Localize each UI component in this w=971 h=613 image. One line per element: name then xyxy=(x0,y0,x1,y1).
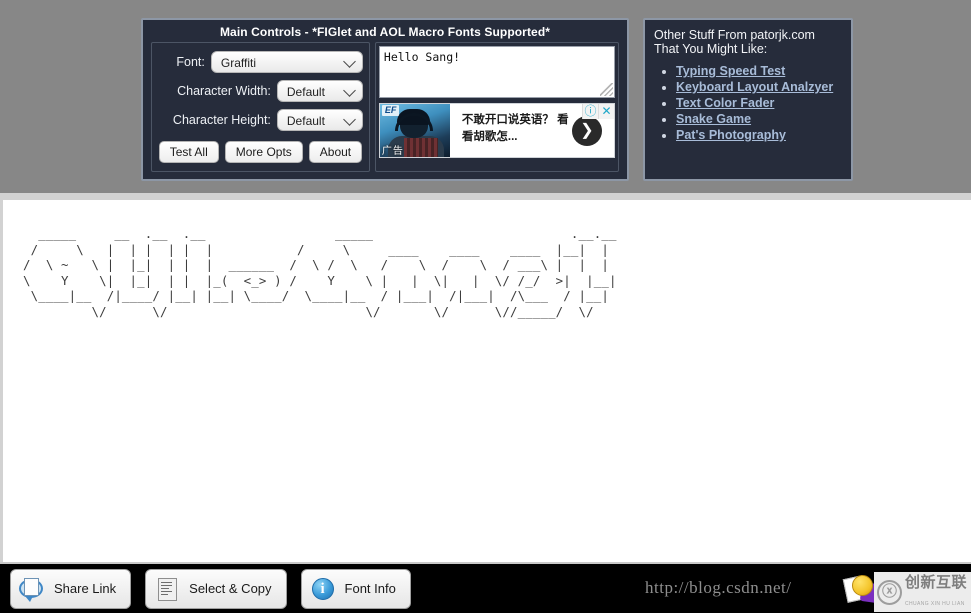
ad-sponsored-label: 广告 xyxy=(381,146,404,157)
list-item: Keyboard Layout Analzyer xyxy=(676,80,842,94)
character-width-row: Character Width: Default xyxy=(158,80,363,102)
logo-mark-icon: ⓧ xyxy=(877,579,902,605)
doc-line xyxy=(161,584,173,587)
character-width-label: Character Width: xyxy=(177,84,271,98)
controls-group: Font: Graffiti Character Width: Default … xyxy=(151,42,370,172)
share-link-icon xyxy=(19,576,45,602)
input-group: EF 广告 不敢开口说英语？ 看 看胡歌怎... ❯ ⓘ ✕ xyxy=(374,42,619,172)
font-select-value: Graffiti xyxy=(220,56,257,70)
bottom-toolbar: Share Link Select & Copy i Font Info xyxy=(0,562,971,613)
select-and-copy-label: Select & Copy xyxy=(189,581,272,596)
ascii-art-output: _____ __ .__ .__ _____ .__.__ / \ | | | … xyxy=(23,226,617,319)
text-input-wrapper xyxy=(378,46,615,98)
ad-next-arrow-button[interactable]: ❯ xyxy=(572,115,602,146)
info-circle: i xyxy=(311,577,334,600)
info-icon: i xyxy=(310,576,336,602)
list-item: Text Color Fader xyxy=(676,96,842,110)
logo-text: 创新互联 CHUANG XIN HU LIAN xyxy=(905,574,967,610)
ad-brand-logo: EF xyxy=(381,105,400,116)
doc-line xyxy=(161,581,173,584)
doc-line xyxy=(161,587,170,590)
main-controls-panel: Main Controls - *FIGlet and AOL Macro Fo… xyxy=(141,18,629,181)
link-typing-speed-test[interactable]: Typing Speed Test xyxy=(676,64,785,78)
speech-bubble-tail xyxy=(25,595,33,602)
ad-close-icon[interactable]: ✕ xyxy=(598,104,614,119)
select-and-copy-button[interactable]: Select & Copy xyxy=(145,568,287,609)
character-height-row: Character Height: Default xyxy=(158,109,363,131)
controls-button-row: Test All More Opts About xyxy=(158,141,363,163)
character-height-label: Character Height: xyxy=(172,113,271,127)
list-item: Typing Speed Test xyxy=(676,64,842,78)
character-height-select[interactable]: Default xyxy=(276,109,363,131)
font-info-label: Font Info xyxy=(344,581,396,596)
main-controls-body: Font: Graffiti Character Width: Default … xyxy=(143,39,627,172)
link-keyboard-layout-analzyer[interactable]: Keyboard Layout Analzyer xyxy=(676,80,833,94)
share-link-button[interactable]: Share Link xyxy=(10,568,132,609)
ad-info-icon[interactable]: ⓘ xyxy=(582,104,598,119)
other-stuff-heading: Other Stuff From patorjk.com That You Mi… xyxy=(654,28,815,56)
smiley-face-shape xyxy=(852,575,873,596)
about-button[interactable]: About xyxy=(308,141,363,163)
ascii-output-area[interactable]: _____ __ .__ .__ _____ .__.__ / \ | | | … xyxy=(0,200,971,562)
content-separator xyxy=(0,193,971,200)
character-width-value: Default xyxy=(286,85,325,99)
test-all-button[interactable]: Test All xyxy=(158,141,219,163)
more-opts-button[interactable]: More Opts xyxy=(224,141,303,163)
logo-pinyin: CHUANG XIN HU LIAN xyxy=(905,601,965,607)
doc-line xyxy=(161,593,169,596)
main-controls-title: Main Controls - *FIGlet and AOL Macro Fo… xyxy=(219,25,551,39)
list-item: Pat's Photography xyxy=(676,128,842,142)
chevron-down-icon xyxy=(343,84,356,97)
ad-image: EF 广告 xyxy=(379,104,450,157)
link-pats-photography[interactable]: Pat's Photography xyxy=(676,128,786,142)
logo-chinese-name: 创新互联 xyxy=(905,574,968,591)
watermark-url: http://blog.csdn.net/ xyxy=(645,578,792,597)
share-link-label: Share Link xyxy=(54,581,117,596)
select-copy-icon xyxy=(154,576,180,602)
list-item: Snake Game xyxy=(676,112,842,126)
font-select[interactable]: Graffiti xyxy=(210,51,363,73)
character-width-select[interactable]: Default xyxy=(276,80,363,102)
advertisement-banner[interactable]: EF 广告 不敢开口说英语？ 看 看胡歌怎... ❯ ⓘ ✕ xyxy=(378,103,615,158)
link-text-color-fader[interactable]: Text Color Fader xyxy=(676,96,774,110)
page-shape xyxy=(24,577,39,596)
watermark-logo: ⓧ 创新互联 CHUANG XIN HU LIAN xyxy=(874,572,971,612)
chevron-down-icon xyxy=(343,113,356,126)
ascii-text-input[interactable] xyxy=(379,47,614,97)
font-label: Font: xyxy=(176,55,205,69)
other-stuff-panel: Other Stuff From patorjk.com That You Mi… xyxy=(643,18,853,181)
ad-controls: ⓘ ✕ xyxy=(582,104,614,119)
doc-line xyxy=(161,590,173,593)
ad-person-shirt xyxy=(403,138,438,157)
character-height-value: Default xyxy=(286,114,325,128)
link-snake-game[interactable]: Snake Game xyxy=(676,112,751,126)
other-stuff-link-list: Typing Speed Test Keyboard Layout Analzy… xyxy=(654,64,842,142)
font-info-button[interactable]: i Font Info xyxy=(300,568,411,609)
chevron-down-icon xyxy=(343,55,356,68)
font-row: Font: Graffiti xyxy=(158,51,363,73)
